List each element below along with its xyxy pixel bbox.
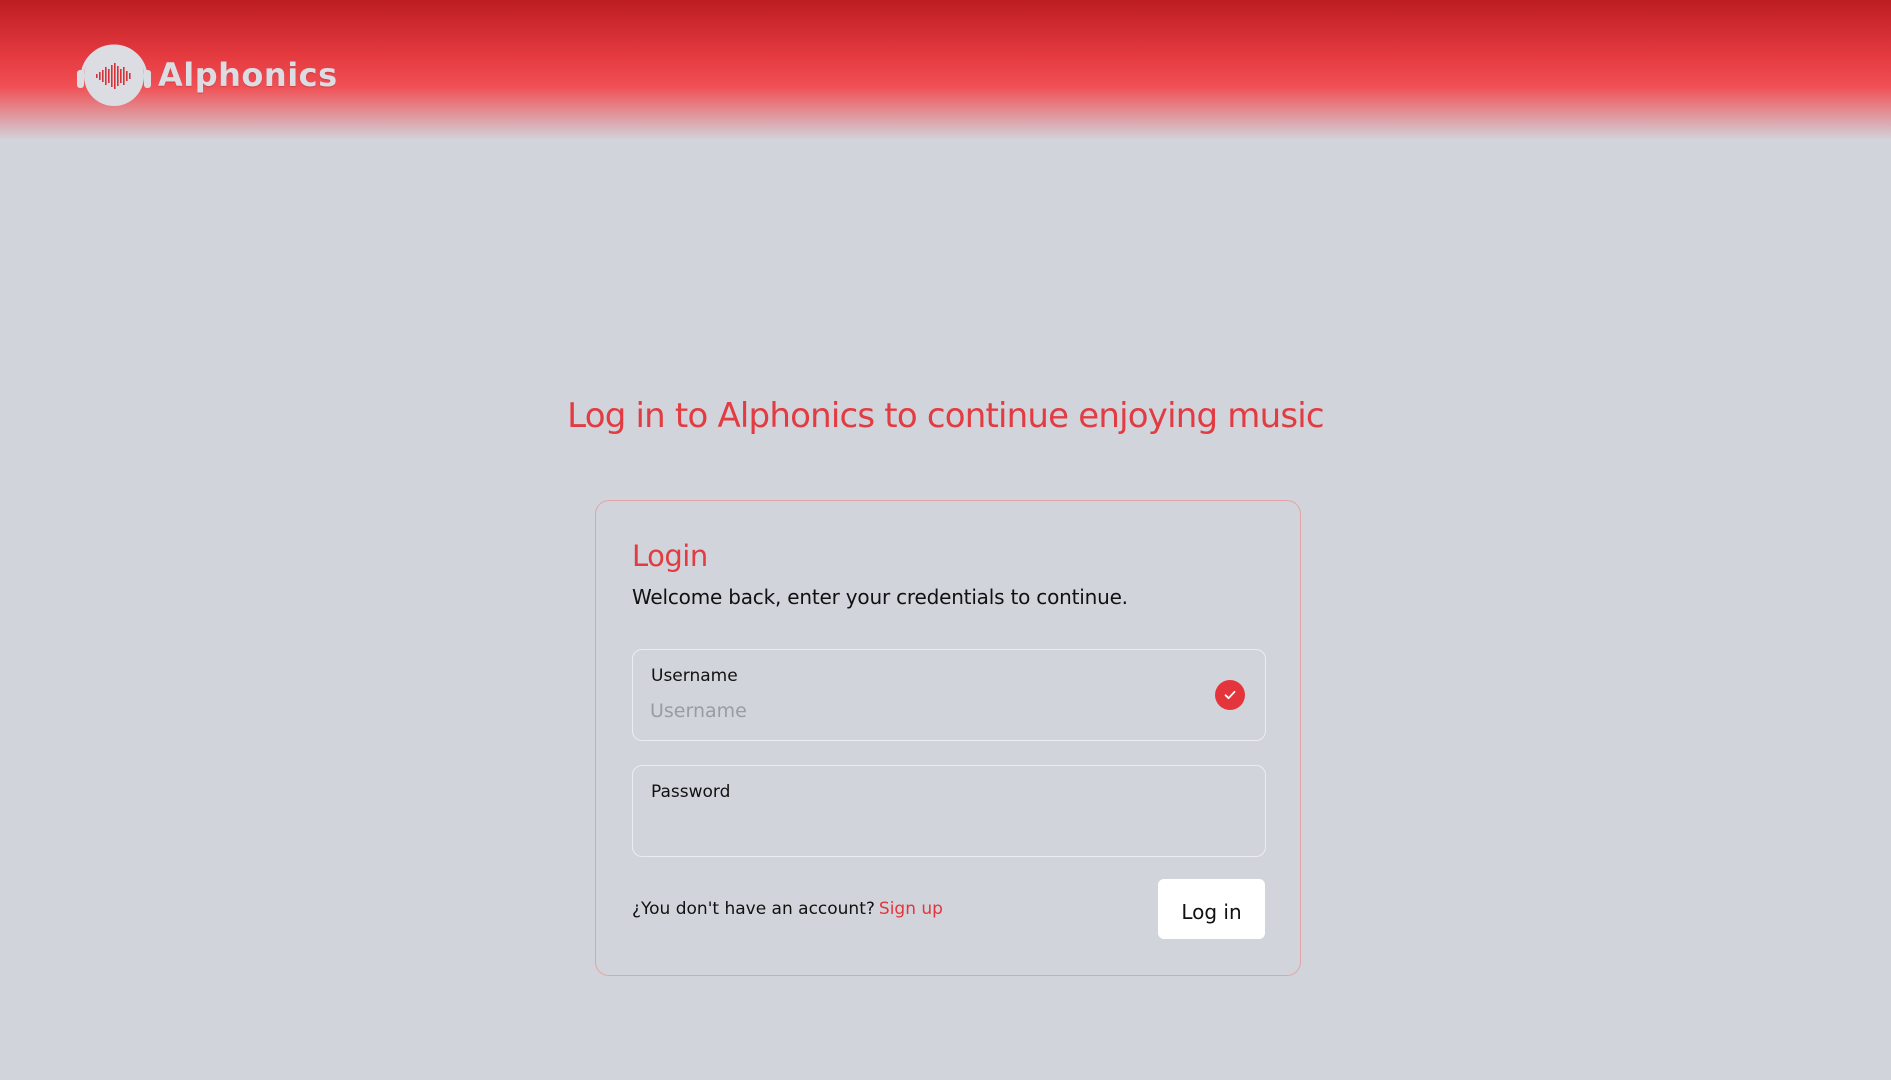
brand-logo-link[interactable]: Alphonics	[74, 38, 338, 108]
brand-name: Alphonics	[158, 56, 338, 94]
username-label: Username	[651, 666, 738, 686]
signup-link[interactable]: Sign up	[879, 899, 943, 919]
password-field[interactable]: Password	[632, 765, 1266, 857]
username-field[interactable]: Username	[632, 649, 1266, 741]
check-circle-icon	[1215, 680, 1245, 710]
signup-prompt-row: ¿You don't have an account? Sign up	[632, 899, 943, 919]
page-title: Log in to Alphonics to continue enjoying…	[567, 396, 1324, 436]
login-card-title: Login	[632, 539, 708, 573]
login-button[interactable]: Log in	[1158, 879, 1265, 939]
headphones-soundwave-icon	[74, 38, 154, 108]
password-label: Password	[651, 782, 731, 802]
login-card-subtitle: Welcome back, enter your credentials to …	[632, 585, 1128, 609]
signup-prompt-text: ¿You don't have an account?	[632, 899, 875, 919]
username-input[interactable]	[650, 696, 1190, 726]
top-header: Alphonics	[0, 0, 1891, 140]
password-input[interactable]	[650, 812, 1190, 842]
login-card: Login Welcome back, enter your credentia…	[595, 500, 1301, 976]
